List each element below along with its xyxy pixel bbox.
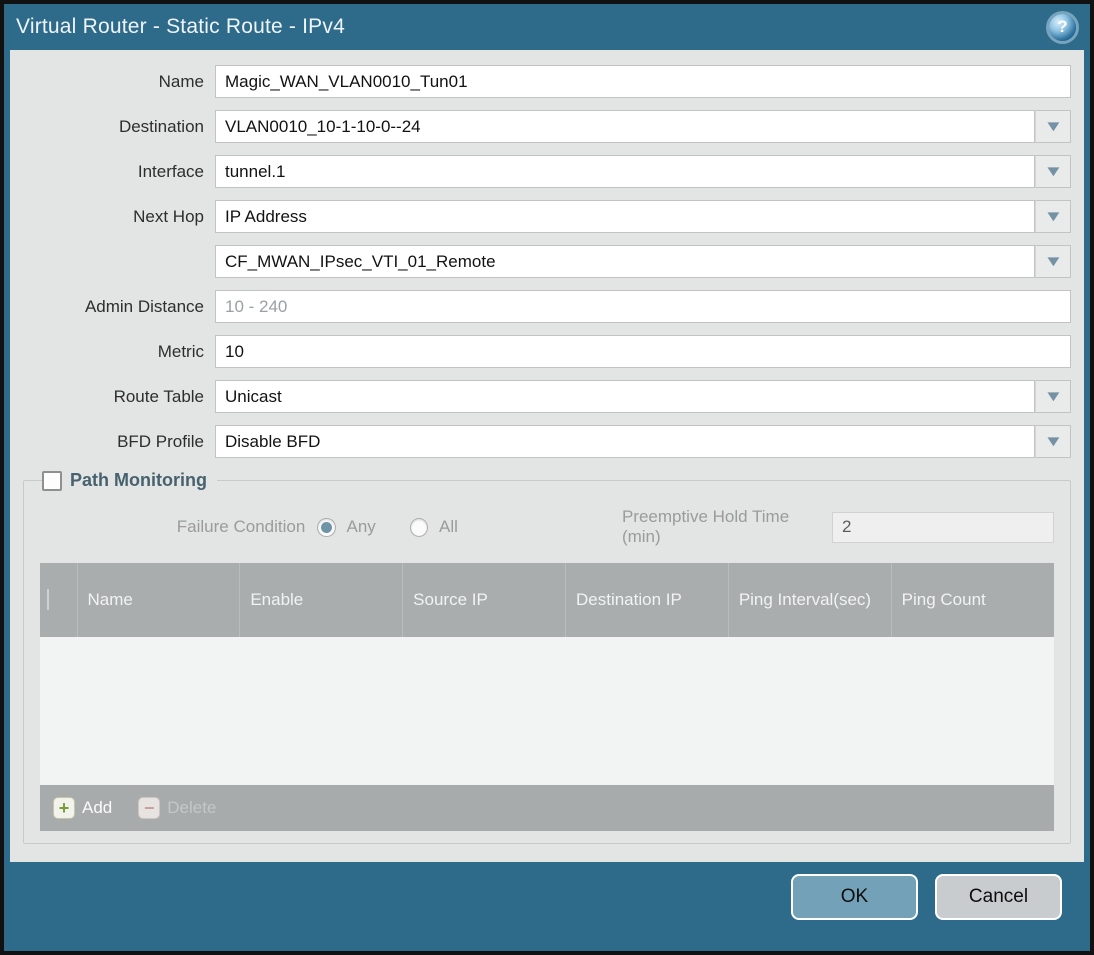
interface-row: Interface ▼ [23,155,1071,188]
column-header-ping-count[interactable]: Ping Count [890,563,1054,637]
metric-label: Metric [157,341,204,361]
chevron-down-icon: ▼ [1042,208,1064,225]
admin-distance-row: Admin Distance [23,290,1071,323]
next-hop-dropdown-button[interactable]: ▼ [1035,200,1071,233]
chevron-down-icon: ▼ [1042,433,1064,450]
chevron-down-icon: ▼ [1042,118,1064,135]
destination-label: Destination [118,116,204,136]
cancel-button[interactable]: Cancel [935,874,1062,920]
table-header-row: Name Enable Source IP Destination IP Pin… [40,563,1054,637]
path-monitoring-legend: Path Monitoring [42,470,217,491]
bfd-profile-label: BFD Profile [117,431,204,451]
path-monitoring-table: Name Enable Source IP Destination IP Pin… [40,563,1054,831]
column-header-destination-ip[interactable]: Destination IP [564,563,729,637]
delete-button[interactable]: − Delete [138,797,216,819]
path-monitoring-section: Path Monitoring Failure Condition Any Al… [23,470,1071,844]
failure-condition-label: Failure Condition [176,517,306,536]
select-all-header-cell [40,563,77,637]
preemptive-hold-label: Preemptive Hold Time (min) [621,507,790,546]
bfd-profile-dropdown-button[interactable]: ▼ [1035,425,1071,458]
next-hop-address-input[interactable] [215,245,1035,278]
route-table-dropdown-button[interactable]: ▼ [1035,380,1071,413]
admin-distance-label: Admin Distance [84,296,204,316]
select-all-checkbox[interactable] [47,589,49,610]
route-table-input[interactable] [215,380,1035,413]
path-monitoring-title: Path Monitoring [70,470,207,490]
static-route-dialog: Virtual Router - Static Route - IPv4 ? N… [4,4,1090,951]
chevron-down-icon: ▼ [1042,388,1064,405]
next-hop-row: Next Hop ▼ [23,200,1071,233]
route-table-row: Route Table ▼ [23,380,1071,413]
dialog-titlebar: Virtual Router - Static Route - IPv4 ? [4,4,1090,50]
next-hop-type-input[interactable] [215,200,1035,233]
help-icon[interactable]: ? [1049,13,1076,41]
name-row: Name [23,65,1071,98]
path-monitoring-checkbox[interactable] [42,470,62,491]
admin-distance-input[interactable] [215,290,1071,323]
failure-condition-any-label: Any [346,517,376,536]
destination-dropdown-button[interactable]: ▼ [1035,110,1071,143]
interface-dropdown-button[interactable]: ▼ [1035,155,1071,188]
table-toolbar: + Add − Delete [40,785,1054,831]
add-button-label: Add [82,798,113,817]
table-empty-body [40,637,1054,785]
chevron-down-icon: ▼ [1042,253,1064,270]
bfd-profile-row: BFD Profile ▼ [23,425,1071,458]
dialog-footer: OK Cancel [4,862,1090,920]
path-monitoring-controls: Failure Condition Any All Preemptive Hol… [40,507,1054,547]
screenshot-frame: Virtual Router - Static Route - IPv4 ? N… [0,0,1094,955]
interface-label: Interface [137,161,204,181]
dialog-content: Name Destination ▼ Interface ▼ [10,50,1084,862]
add-plus-icon: + [53,797,75,819]
bfd-profile-input[interactable] [215,425,1035,458]
route-table-label: Route Table [113,386,204,406]
preemptive-hold-input[interactable] [831,511,1054,543]
interface-input[interactable] [215,155,1035,188]
next-hop-label: Next Hop [133,206,204,226]
next-hop-address-dropdown-button[interactable]: ▼ [1035,245,1071,278]
chevron-down-icon: ▼ [1042,163,1064,180]
add-button[interactable]: + Add [53,797,112,819]
radio-dot [320,521,332,533]
delete-minus-icon: − [138,797,161,819]
name-input[interactable] [215,65,1071,98]
metric-row: Metric [23,335,1071,368]
name-label: Name [158,71,204,91]
delete-button-label: Delete [167,798,217,817]
failure-condition-all-label: All [439,517,458,536]
column-header-enable[interactable]: Enable [239,563,403,637]
radio-dot [413,522,424,533]
next-hop-address-row: ▼ [23,245,1071,278]
column-header-source-ip[interactable]: Source IP [402,563,566,637]
failure-condition-any-radio[interactable] [317,517,336,537]
column-header-name[interactable]: Name [76,563,240,637]
failure-condition-all-radio[interactable] [409,517,429,537]
ok-button[interactable]: OK [791,874,918,920]
destination-input[interactable] [215,110,1035,143]
column-header-ping-interval[interactable]: Ping Interval(sec) [727,563,892,637]
dialog-title: Virtual Router - Static Route - IPv4 [16,15,345,38]
metric-input[interactable] [215,335,1071,368]
destination-row: Destination ▼ [23,110,1071,143]
